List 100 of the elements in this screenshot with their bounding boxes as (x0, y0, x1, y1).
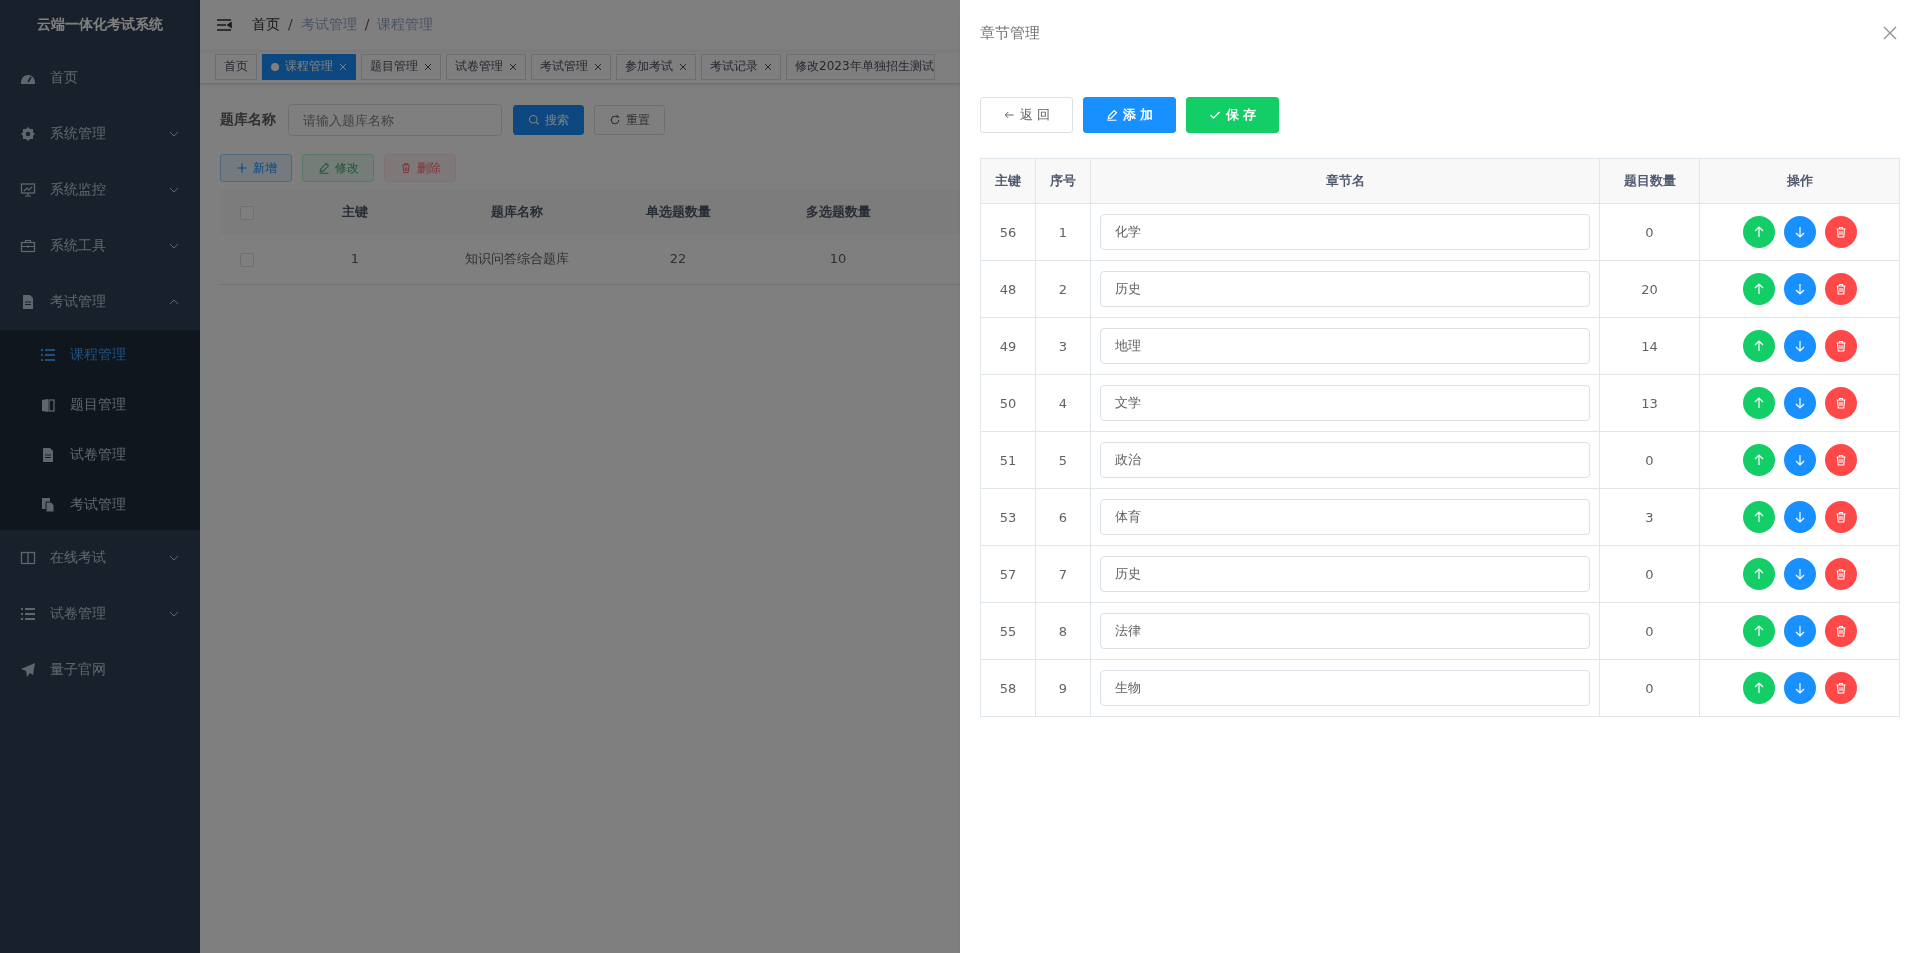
move-down-button[interactable] (1783, 216, 1816, 248)
app-title: 云端一体化考试系统 (36, 15, 164, 34)
arrow-up-icon (1752, 340, 1765, 352)
trash-icon (1834, 397, 1847, 409)
move-up-button[interactable] (1742, 387, 1775, 419)
delete-button[interactable] (1824, 387, 1857, 419)
menu-item[interactable]: 系统监控 (0, 162, 200, 218)
arrow-left-icon (1002, 109, 1015, 121)
chapter-name-field[interactable]: 地理 (1100, 328, 1590, 364)
close-icon (1882, 25, 1898, 41)
chapter-name-field[interactable]: 化学 (1100, 214, 1590, 250)
arrow-down-icon (1793, 511, 1806, 523)
menu-item[interactable]: 系统管理 (0, 106, 200, 162)
move-up-button[interactable] (1742, 444, 1775, 476)
close-icon (764, 62, 772, 71)
reset-button[interactable]: 重置 (594, 105, 665, 135)
chapter-name-field[interactable]: 生物 (1100, 670, 1590, 706)
move-down-button[interactable] (1783, 672, 1816, 704)
tab[interactable]: 考试记录 (701, 53, 781, 80)
delete-button[interactable] (1824, 330, 1857, 362)
submenu-item[interactable]: 考试管理 (0, 480, 200, 530)
table-cell: 0 (1599, 203, 1700, 261)
close-icon (594, 62, 602, 71)
menu-item[interactable]: 系统工具 (0, 218, 200, 274)
submenu-item[interactable]: 课程管理 (0, 330, 200, 380)
trash-icon (1834, 625, 1847, 637)
chapter-name-field[interactable]: 政治 (1100, 442, 1590, 478)
menu-item[interactable]: 首页 (0, 50, 200, 106)
menu-label: 课程管理 (70, 346, 127, 364)
submenu-item[interactable]: 题目管理 (0, 380, 200, 430)
breadcrumb-separator: / (364, 16, 370, 34)
search-button[interactable]: 搜索 (513, 105, 584, 135)
column-header: 操作 (1699, 158, 1900, 204)
move-up-button[interactable] (1742, 273, 1775, 305)
add-button[interactable]: 添 加 (1083, 97, 1176, 133)
menu-item[interactable]: 考试管理 (0, 274, 200, 330)
move-up-button[interactable] (1742, 216, 1775, 248)
move-down-button[interactable] (1783, 387, 1816, 419)
tab[interactable]: 参加考试 (616, 53, 696, 80)
column-header: 序号 (1035, 158, 1091, 204)
menu-label: 试卷管理 (50, 605, 107, 623)
table-cell: 48 (980, 260, 1036, 318)
table-cell: 7 (1035, 545, 1091, 603)
tab[interactable]: 修改2023年单独招生测试 (786, 53, 935, 80)
menu-label: 试卷管理 (70, 446, 127, 464)
table-cell: 0 (1599, 602, 1700, 660)
move-up-button[interactable] (1742, 558, 1775, 590)
table-cell: 8 (1035, 602, 1091, 660)
chapter-name-field[interactable]: 文学 (1100, 385, 1590, 421)
close-button[interactable] (1882, 25, 1898, 41)
trash-icon (1834, 568, 1847, 580)
delete-button[interactable] (1824, 501, 1857, 533)
chapter-name-field[interactable]: 历史 (1100, 556, 1590, 592)
list-icon (20, 606, 36, 622)
submenu-item[interactable]: 试卷管理 (0, 430, 200, 480)
back-button[interactable]: 返 回 (980, 97, 1073, 133)
move-up-button[interactable] (1742, 672, 1775, 704)
pencil-icon (1105, 109, 1118, 121)
delete-button[interactable] (1824, 615, 1857, 647)
tab[interactable]: 题目管理 (361, 53, 441, 80)
move-down-button[interactable] (1783, 330, 1816, 362)
status-dot (271, 62, 279, 71)
move-up-button[interactable] (1742, 501, 1775, 533)
menu-item[interactable]: 在线考试 (0, 530, 200, 586)
trash-icon (1834, 340, 1847, 352)
chapter-name-field[interactable]: 体育 (1100, 499, 1590, 535)
menu-label: 题目管理 (70, 396, 127, 414)
table-cell: 3 (1599, 488, 1700, 546)
paper-plane-icon (20, 662, 36, 678)
move-down-button[interactable] (1783, 615, 1816, 647)
save-button[interactable]: 保 存 (1186, 97, 1279, 133)
move-down-button[interactable] (1783, 558, 1816, 590)
table-cell: 57 (980, 545, 1036, 603)
add-button[interactable]: 新增 (220, 154, 292, 182)
chapter-name-field[interactable]: 历史 (1100, 271, 1590, 307)
delete-button[interactable] (1824, 216, 1857, 248)
delete-button[interactable] (1824, 672, 1857, 704)
tab[interactable]: 首页 (215, 53, 257, 80)
tab[interactable]: 课程管理 (262, 53, 356, 80)
delete-button[interactable] (1824, 558, 1857, 590)
menu-label: 量子官网 (50, 661, 107, 679)
move-down-button[interactable] (1783, 444, 1816, 476)
menu-item[interactable]: 试卷管理 (0, 586, 200, 642)
tab[interactable]: 考试管理 (531, 53, 611, 80)
tab[interactable]: 试卷管理 (446, 53, 526, 80)
search-field[interactable]: 请输入题库名称 (288, 104, 502, 136)
move-down-button[interactable] (1783, 501, 1816, 533)
delete-button[interactable] (1824, 273, 1857, 305)
move-up-button[interactable] (1742, 330, 1775, 362)
chapter-name-field[interactable]: 法律 (1100, 613, 1590, 649)
breadcrumb-item[interactable]: 首页 (252, 16, 280, 34)
menu-icon[interactable] (216, 17, 232, 33)
menu-item[interactable]: 量子官网 (0, 642, 200, 698)
move-up-button[interactable] (1742, 615, 1775, 647)
field-label: 题库名称 (220, 111, 277, 129)
table-cell: 53 (980, 488, 1036, 546)
trash-icon (1834, 511, 1847, 523)
table-cell: 1 (274, 234, 436, 284)
move-down-button[interactable] (1783, 273, 1816, 305)
delete-button[interactable] (1824, 444, 1857, 476)
